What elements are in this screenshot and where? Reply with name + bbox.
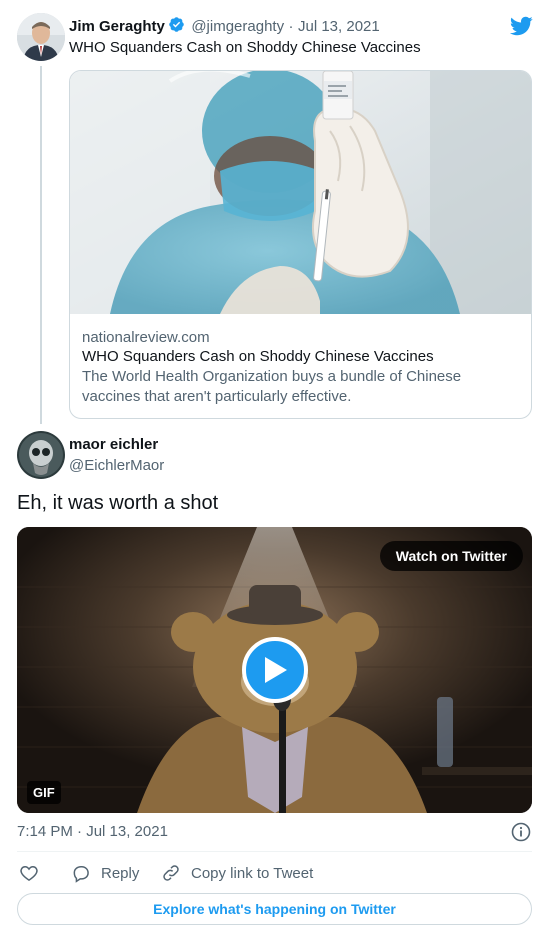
reply-handle[interactable]: @EichlerMaor	[69, 457, 164, 474]
copy-link-icon	[161, 863, 181, 883]
reply-label: Reply	[101, 864, 140, 882]
divider	[17, 851, 532, 852]
parent-tweet-text: WHO Squanders Cash on Shoddy Chinese Vac…	[69, 39, 421, 56]
copy-link-label: Copy link to Tweet	[191, 864, 314, 882]
reply-timestamp[interactable]: 7:14 PM · Jul 13, 2021	[17, 823, 168, 840]
play-button[interactable]	[242, 637, 308, 703]
dot-separator: ·	[288, 18, 294, 35]
info-icon[interactable]	[511, 822, 531, 847]
parent-handle[interactable]: @jimgeraghty	[191, 18, 284, 35]
link-card[interactable]: nationalreview.com WHO Squanders Cash on…	[69, 70, 532, 419]
reply-tweet-text: Eh, it was worth a shot	[17, 492, 219, 514]
copy-link-action[interactable]: Copy link to Tweet	[161, 863, 313, 883]
parent-date[interactable]: Jul 13, 2021	[298, 18, 380, 35]
explore-twitter-button[interactable]: Explore what's happening on Twitter	[17, 893, 532, 925]
card-domain: nationalreview.com	[82, 329, 210, 346]
thread-line	[40, 66, 42, 424]
gif-media[interactable]: Watch on Twitter GIF	[17, 527, 532, 813]
reply-action[interactable]: Reply	[71, 863, 139, 883]
reply-icon	[71, 863, 91, 883]
card-image	[70, 71, 531, 314]
reply-avatar[interactable]	[17, 431, 65, 479]
parent-author-name[interactable]: Jim Geraghty	[69, 18, 165, 35]
parent-avatar[interactable]	[17, 13, 65, 61]
reply-author-name[interactable]: maor eichler	[69, 436, 158, 453]
twitter-bird-icon[interactable]	[509, 14, 533, 43]
play-icon	[261, 655, 289, 685]
verified-badge-icon	[168, 16, 185, 38]
like-action[interactable]	[19, 863, 39, 883]
heart-icon	[19, 863, 39, 883]
parent-header: Jim Geraghty @jimgeraghty · Jul 13, 2021	[69, 16, 380, 38]
watch-on-twitter-button[interactable]: Watch on Twitter	[379, 541, 523, 571]
card-title: WHO Squanders Cash on Shoddy Chinese Vac…	[82, 348, 434, 365]
gif-badge: GIF	[27, 781, 61, 804]
card-description: The World Health Organization buys a bun…	[82, 368, 462, 405]
